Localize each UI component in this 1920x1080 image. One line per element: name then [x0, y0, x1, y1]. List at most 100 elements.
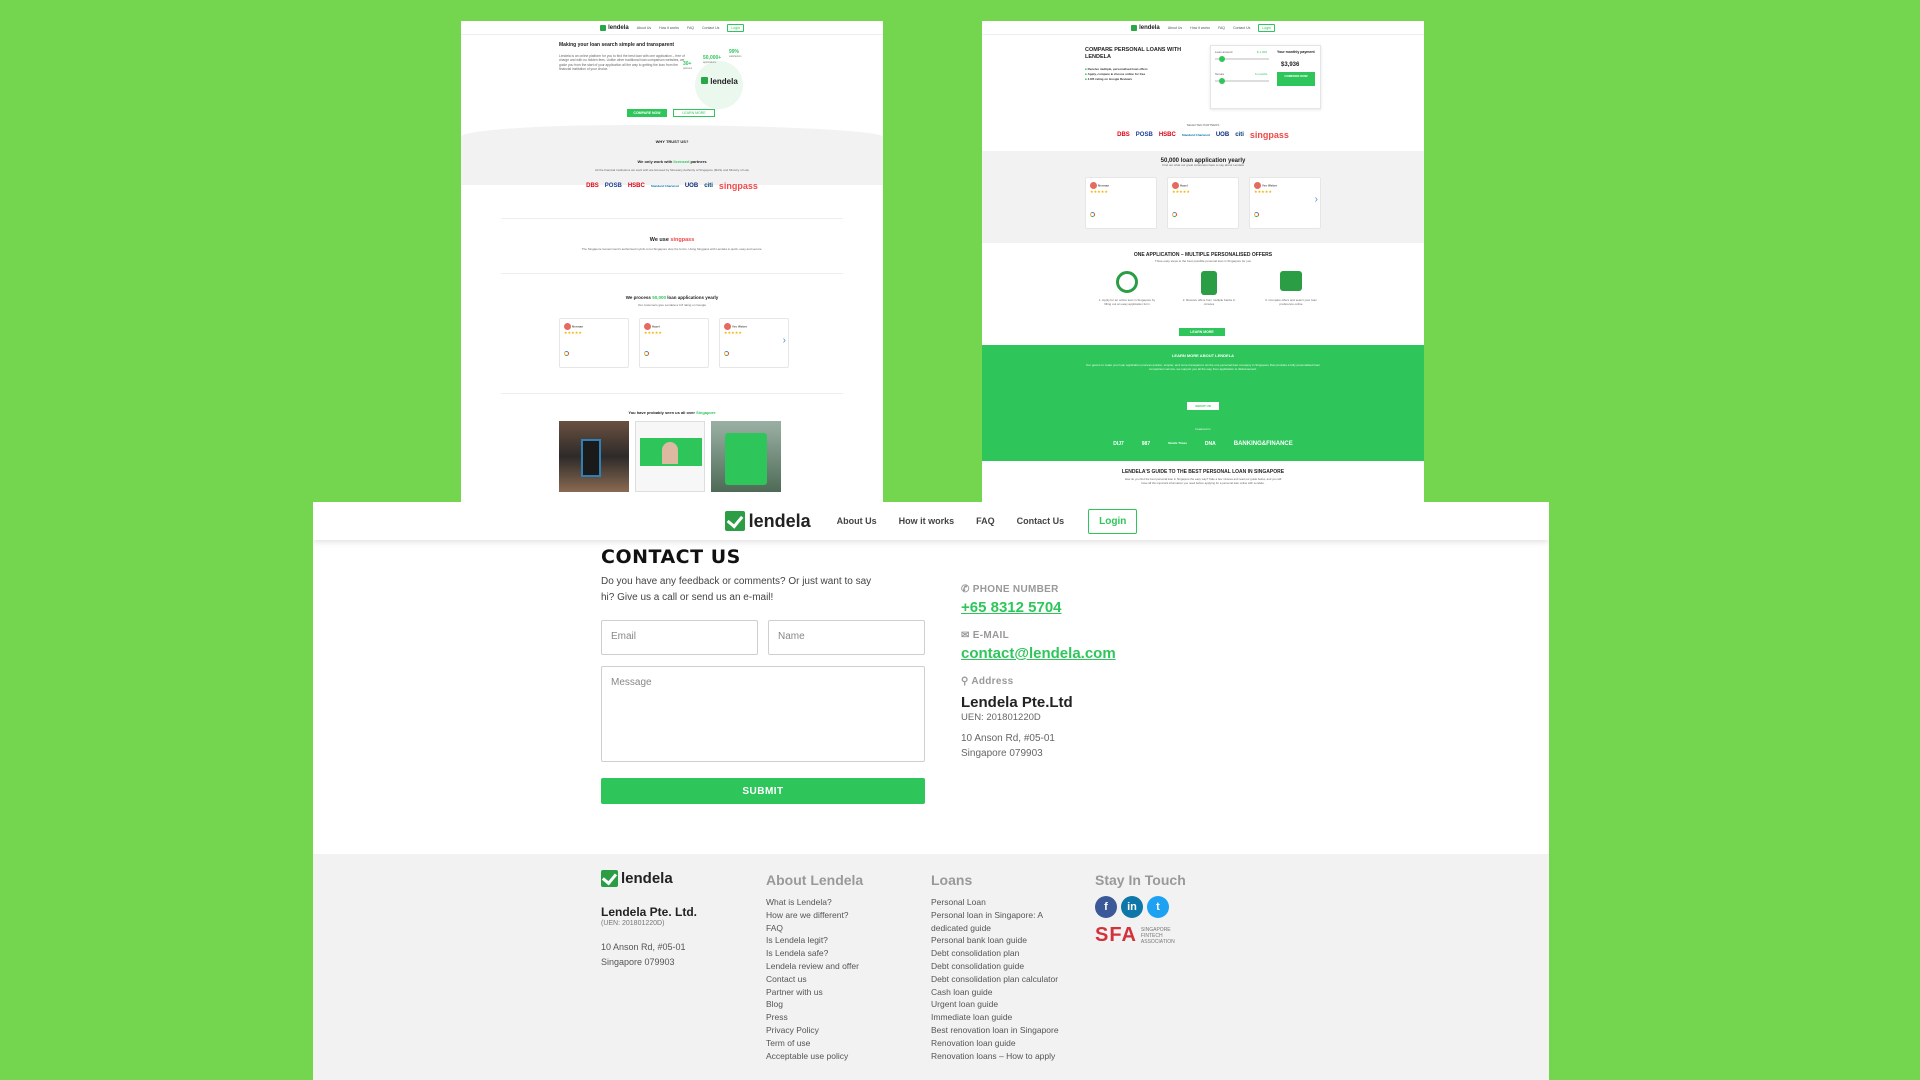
footer-link[interactable]: Best renovation loan in Singapore: [931, 1024, 1059, 1037]
divider: [501, 218, 843, 219]
review-card: Norman ★★★★★: [559, 318, 629, 368]
mini-nav-how[interactable]: How it works: [659, 26, 679, 30]
learn-more-button[interactable]: LEARN MORE: [673, 109, 715, 117]
mini-login-button[interactable]: Login: [1258, 23, 1275, 32]
about-title: LEARN MORE ABOUT LENDELA: [1171, 353, 1235, 358]
login-button[interactable]: Login: [1088, 508, 1138, 534]
chevron-right-icon[interactable]: ›: [783, 335, 786, 346]
footer-link[interactable]: Is Lendela safe?: [766, 947, 863, 960]
footer-link[interactable]: Debt consolidation plan: [931, 947, 1059, 960]
name-field[interactable]: Name: [768, 620, 925, 655]
avatar: [724, 323, 731, 330]
navbar: lendela About Us How it works FAQ Contac…: [313, 502, 1549, 540]
footer-link[interactable]: Debt consolidation guide: [931, 960, 1059, 973]
mini-nav-contact[interactable]: Contact Us: [1233, 26, 1250, 30]
singpass-body: The Singapore Government's authorised my…: [581, 247, 763, 251]
logo-check-icon: [601, 870, 618, 887]
nav-contact-us[interactable]: Contact Us: [1017, 516, 1065, 526]
footer-link[interactable]: FAQ: [766, 922, 863, 935]
footer-link[interactable]: Lendela review and offer: [766, 960, 863, 973]
mini-nav-faq[interactable]: FAQ: [1218, 26, 1225, 30]
homepage-screenshot-right: lendela About Us How it works FAQ Contac…: [982, 21, 1424, 502]
message-field[interactable]: Message: [601, 666, 925, 762]
learn-more-button[interactable]: LEARN MORE: [1179, 328, 1225, 336]
footer-link[interactable]: Personal bank loan guide: [931, 934, 1059, 947]
singpass-logo: singpass: [718, 181, 758, 191]
mini-nav-contact[interactable]: Contact Us: [702, 26, 719, 30]
footer-link[interactable]: Debt consolidation plan calculator: [931, 973, 1059, 986]
loan-amount-slider[interactable]: [1215, 56, 1269, 62]
nav-how-it-works[interactable]: How it works: [899, 516, 955, 526]
lendela-logo[interactable]: lendela: [724, 511, 811, 532]
footer-link[interactable]: Immediate loan guide: [931, 1011, 1059, 1024]
email-link[interactable]: contact@lendela.com: [961, 645, 1116, 662]
press-logo: 987: [1141, 441, 1151, 447]
licensed-heading: We only work with licensed partners: [637, 159, 707, 164]
footer-link[interactable]: Acceptable use policy: [766, 1050, 863, 1063]
sfa-badge: SFA SINGAPORE FINTECH ASSOCIATION: [1095, 924, 1186, 947]
hero-title: Making your loan search simple and trans…: [559, 42, 675, 48]
footer-link[interactable]: Cash loan guide: [931, 986, 1059, 999]
press-logo: DNA: [1204, 441, 1216, 447]
slider-handle[interactable]: [1219, 56, 1225, 62]
nav-about-us[interactable]: About Us: [837, 516, 877, 526]
hero-body: Lendela is an online platform for you to…: [559, 54, 685, 71]
footer-link[interactable]: Term of use: [766, 1037, 863, 1050]
tenure-slider[interactable]: [1215, 78, 1269, 84]
phone-label: ✆ PHONE NUMBER: [961, 584, 1059, 595]
linkedin-icon[interactable]: in: [1121, 896, 1143, 918]
mini-nav-how[interactable]: How it works: [1190, 26, 1210, 30]
singpass-heading: We use singpass: [649, 237, 695, 243]
footer-link[interactable]: Personal loan in Singapore: A: [931, 909, 1059, 922]
mini-nav-faq[interactable]: FAQ: [687, 26, 694, 30]
footer-link[interactable]: Privacy Policy: [766, 1024, 863, 1037]
compare-now-button[interactable]: COMPARE NOW: [1277, 72, 1315, 86]
footer-link[interactable]: Personal Loan: [931, 896, 1059, 909]
mini-navbar: lendela About Us How it works FAQ Contac…: [461, 21, 883, 35]
footer-uen: (UEN: 201801220D): [601, 920, 665, 927]
footer-link[interactable]: dedicated guide: [931, 922, 1059, 935]
apps-sub: Find out what our great customers have t…: [1162, 163, 1244, 167]
phone-link[interactable]: +65 8312 5704: [961, 599, 1062, 616]
nav-faq[interactable]: FAQ: [976, 516, 995, 526]
footer-link[interactable]: What is Lendela?: [766, 896, 863, 909]
footer-link[interactable]: Blog: [766, 998, 863, 1011]
slider-handle[interactable]: [1219, 78, 1225, 84]
footer-logo[interactable]: lendela: [601, 870, 673, 887]
page-subtitle: Do you have any feedback or comments? Or…: [601, 576, 872, 603]
review-card: Hazel ★★★★★: [639, 318, 709, 368]
logo-check-icon: [1131, 24, 1138, 31]
footer-link[interactable]: Partner with us: [766, 986, 863, 999]
footer-link[interactable]: How are we different?: [766, 909, 863, 922]
footer-link[interactable]: Contact us: [766, 973, 863, 986]
footer-link[interactable]: Press: [766, 1011, 863, 1024]
chevron-right-icon[interactable]: ›: [1315, 194, 1318, 205]
press-logo: DIJ7: [1113, 441, 1124, 447]
bank-logos: DBS POSB HSBC Standard Chartered UOB cit…: [982, 130, 1424, 140]
about-us-button[interactable]: ABOUT US: [1187, 402, 1219, 410]
email-field[interactable]: Email: [601, 620, 758, 655]
compare-now-button[interactable]: COMPARE NOW: [627, 109, 667, 117]
mini-navbar: lendela About Us How it works FAQ Contac…: [982, 21, 1424, 35]
footer-link[interactable]: Renovation loans – How to apply: [931, 1050, 1059, 1063]
ads-gallery: [559, 421, 781, 492]
citi-logo: citi: [1235, 132, 1244, 138]
submit-button[interactable]: SUBMIT: [601, 778, 925, 804]
footer-loans-column: Loans Personal Loan Personal loan in Sin…: [931, 872, 1059, 1062]
footer-link[interactable]: Is Lendela legit?: [766, 934, 863, 947]
review-carousel: Norman ★★★★★ Hazel ★★★★★ Yeo Weber ★★★★★ ›: [1085, 177, 1321, 229]
twitter-icon[interactable]: t: [1147, 896, 1169, 918]
footer-link[interactable]: Urgent loan guide: [931, 998, 1059, 1011]
mini-login-button[interactable]: Login: [727, 23, 744, 32]
featured-label: Featured in: [1195, 427, 1211, 431]
divider: [501, 393, 843, 394]
mini-nav-about[interactable]: About Us: [637, 26, 651, 30]
press-logo: Straits Times: [1168, 441, 1187, 445]
star-rating: ★★★★★: [1254, 189, 1272, 194]
one-app-title: ONE APPLICATION – MULTIPLE PERSONALISED …: [1133, 252, 1273, 258]
facebook-icon[interactable]: f: [1095, 896, 1117, 918]
mini-nav-about[interactable]: About Us: [1168, 26, 1182, 30]
wave-section: [461, 125, 883, 185]
process-sub: Our customers give Lendela a 4.8 rating …: [637, 303, 707, 307]
footer-link[interactable]: Renovation loan guide: [931, 1037, 1059, 1050]
